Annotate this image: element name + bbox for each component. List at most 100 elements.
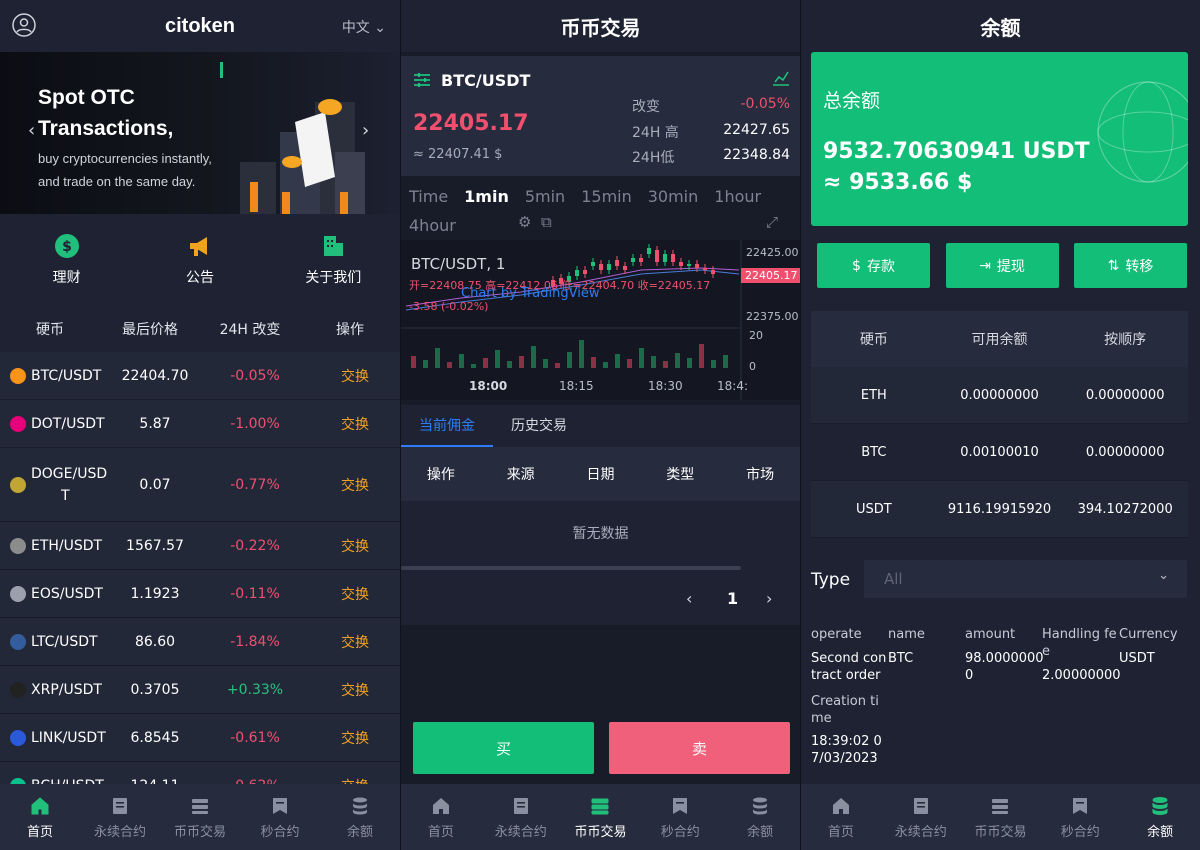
- tab-current-orders[interactable]: 当前佣金: [401, 405, 493, 447]
- chart-symbol[interactable]: BTC/USDT, 1: [411, 255, 505, 273]
- timeframe-option[interactable]: 1hour: [714, 182, 761, 211]
- order-tabs: 当前佣金 历史交易: [401, 405, 800, 447]
- swap-button[interactable]: 交换: [310, 366, 400, 386]
- balance-in-order: 0.00000000: [1085, 444, 1165, 460]
- buy-button[interactable]: 买: [413, 722, 594, 774]
- quick-link-finance[interactable]: $ 理财: [0, 214, 133, 306]
- settings-icon[interactable]: ⚙: [518, 213, 531, 231]
- market-pair-text: LTC/USDT: [31, 633, 98, 650]
- nav-spot[interactable]: 币币交易: [961, 784, 1041, 850]
- swap-button[interactable]: 交换: [310, 728, 400, 748]
- market-header-coin: 硬币: [36, 322, 64, 338]
- record-operate-value: Second con tract order: [811, 650, 886, 684]
- withdraw-button[interactable]: ⇥ 提现: [945, 243, 1059, 288]
- volume-bar: [579, 340, 584, 368]
- deposit-button[interactable]: $ 存款: [817, 243, 930, 288]
- type-select[interactable]: All ⌄: [864, 560, 1187, 598]
- timeframe-option[interactable]: 5min: [525, 182, 565, 211]
- market-row[interactable]: ETH/USDT 1567.57 -0.22% 交换: [0, 522, 400, 570]
- market-row[interactable]: EOS/USDT 1.1923 -0.11% 交换: [0, 570, 400, 618]
- quick-link-about-label: 关于我们: [305, 270, 362, 286]
- nav-balance[interactable]: 余额: [1120, 784, 1200, 850]
- market-row[interactable]: BTC/USDT 22404.70 -0.05% 交换: [0, 352, 400, 400]
- page-next-icon[interactable]: ›: [766, 589, 772, 608]
- indicator-icon[interactable]: ⧉: [541, 213, 552, 231]
- horizontal-scrollbar[interactable]: [401, 566, 741, 570]
- banner-next-button[interactable]: ›: [362, 120, 369, 141]
- nav-home[interactable]: 首页: [401, 784, 481, 850]
- nav-perpetual[interactable]: 永续合约: [881, 784, 961, 850]
- swap-button[interactable]: 交换: [310, 414, 400, 434]
- page-prev-icon[interactable]: ‹: [686, 589, 692, 608]
- nav-seconds-contract[interactable]: 秒合约: [640, 784, 720, 850]
- market-pair: DOGE/USD T: [0, 463, 110, 507]
- market-pair-label: ETH/USDT: [31, 535, 102, 557]
- quick-link-announcement[interactable]: 公告: [133, 214, 266, 306]
- menu-icon[interactable]: [413, 72, 431, 92]
- nav-label: 币币交易: [574, 824, 627, 840]
- layers-icon: [589, 795, 611, 817]
- balance-header-available: 可用余额: [971, 332, 1028, 348]
- chart-toggle-icon[interactable]: [772, 68, 790, 90]
- candle-body: [615, 260, 619, 266]
- promo-banner[interactable]: ‹ › Spot OTC Transactions, buy cryptocur…: [0, 52, 400, 214]
- nav-perpetual[interactable]: 永续合约: [481, 784, 561, 850]
- swap-button[interactable]: 交换: [310, 475, 400, 495]
- timeframe-option[interactable]: 1min: [464, 182, 509, 211]
- balance-coin: ETH: [860, 387, 887, 403]
- page-current[interactable]: 1: [727, 589, 738, 608]
- candle-body: [711, 270, 715, 274]
- market-row[interactable]: XRP/USDT 0.3705 +0.33% 交换: [0, 666, 400, 714]
- market-row[interactable]: LINK/USDT 6.8545 -0.61% 交换: [0, 714, 400, 762]
- record-operate-line1: Second con: [811, 651, 887, 666]
- spot-trading-screen: 币币交易 BTC/USDT 22405.17 ≈ 22407.41 $ 改变 -…: [401, 0, 800, 850]
- language-selector[interactable]: 中文 ⌄: [342, 17, 386, 37]
- nav-label: 秒合约: [1060, 824, 1100, 840]
- market-price: 86.60: [134, 633, 176, 650]
- swap-button[interactable]: 交换: [310, 680, 400, 700]
- sell-button[interactable]: 卖: [609, 722, 790, 774]
- market-row[interactable]: DOGE/USD T 0.07 -0.77% 交换: [0, 448, 400, 522]
- tab-history[interactable]: 历史交易: [493, 405, 585, 447]
- market-row[interactable]: DOT/USDT 5.87 -1.00% 交换: [0, 400, 400, 448]
- candle-body: [679, 262, 683, 266]
- nav-seconds-contract[interactable]: 秒合约: [1040, 784, 1120, 850]
- swap-button[interactable]: 交换: [310, 584, 400, 604]
- nav-balance[interactable]: 余额: [320, 784, 400, 850]
- banner-prev-button[interactable]: ‹: [28, 120, 35, 141]
- coins-icon: [749, 795, 771, 817]
- pair-name[interactable]: BTC/USDT: [441, 71, 530, 90]
- record-operate-label: operate: [811, 627, 862, 642]
- nav-balance[interactable]: 余额: [720, 784, 800, 850]
- market-rows: BTC/USDT 22404.70 -0.05% 交换 DOT/USDT 5.87 -1.0…: [0, 352, 400, 810]
- nav-home[interactable]: 首页: [801, 784, 881, 850]
- record-amount-value: 98.0000000 0: [965, 650, 1044, 684]
- volume-bar: [699, 344, 704, 368]
- timeframe-option[interactable]: 15min: [581, 182, 632, 211]
- timeframe-option[interactable]: 30min: [648, 182, 699, 211]
- nav-seconds-contract[interactable]: 秒合约: [240, 784, 320, 850]
- nav-home[interactable]: 首页: [0, 784, 80, 850]
- timeframe-option[interactable]: 4hour: [409, 211, 456, 240]
- total-balance-value: 9532.70630941 USDT ≈ 9533.66 $: [823, 136, 1090, 198]
- balance-in-order: 0.00000000: [1085, 387, 1165, 403]
- user-icon[interactable]: [12, 13, 36, 41]
- nav-spot[interactable]: 币币交易: [561, 784, 641, 850]
- swap-button[interactable]: 交换: [310, 632, 400, 652]
- fullscreen-icon[interactable]: ⤢: [766, 213, 778, 231]
- city-illustration: [220, 62, 365, 214]
- nav-spot[interactable]: 币币交易: [160, 784, 240, 850]
- volume-bar: [483, 358, 488, 368]
- transfer-button[interactable]: ⇅ 转移: [1074, 243, 1187, 288]
- swap-button[interactable]: 交换: [310, 536, 400, 556]
- candle-body: [631, 258, 635, 262]
- order-header-date: 日期: [586, 467, 615, 483]
- quick-link-about[interactable]: 关于我们: [267, 214, 400, 306]
- nav-perpetual[interactable]: 永续合约: [80, 784, 160, 850]
- market-pair-text: ETH/USDT: [31, 537, 103, 554]
- price-chart[interactable]: BTC/USDT, 1 开=22408.75 高=22412.06 低=2240…: [401, 240, 800, 400]
- market-row[interactable]: LTC/USDT 86.60 -1.84% 交换: [0, 618, 400, 666]
- volume-bar: [675, 353, 680, 368]
- candle-body: [639, 258, 643, 262]
- transfer-icon: ⇅: [1107, 257, 1120, 274]
